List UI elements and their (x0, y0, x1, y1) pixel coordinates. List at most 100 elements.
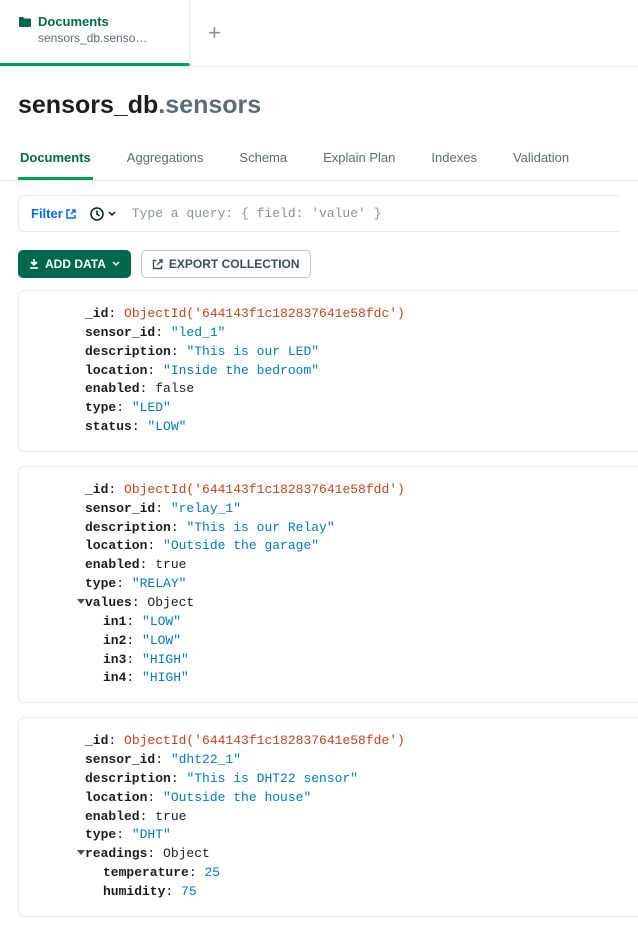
field-value: "HIGH" (142, 652, 189, 667)
doc-field: type: "RELAY" (19, 575, 628, 594)
field-key: description (85, 344, 171, 359)
doc-field: humidity: 75 (19, 883, 628, 902)
document-card[interactable]: _id: ObjectId('644143f1c182837641e58fdc'… (18, 290, 638, 452)
page-title: sensors_db.sensors (0, 67, 638, 138)
field-key: sensor_id (85, 325, 155, 340)
doc-field: sensor_id: "dht22_1" (19, 751, 628, 770)
action-row: ADD DATA EXPORT COLLECTION (0, 232, 638, 290)
field-key: values (85, 595, 132, 610)
add-data-button[interactable]: ADD DATA (18, 250, 131, 278)
field-value: ObjectId('644143f1c182837641e58fdd') (124, 482, 405, 497)
doc-field: type: "DHT" (19, 826, 628, 845)
doc-field: enabled: false (19, 380, 628, 399)
collection-tabs: Documents Aggregations Schema Explain Plan I… (0, 138, 638, 181)
field-value: "LOW" (147, 419, 186, 434)
field-key: enabled (85, 809, 140, 824)
field-value: "LOW" (142, 633, 181, 648)
field-value: "HIGH" (142, 670, 189, 685)
doc-field: in2: "LOW" (19, 632, 628, 651)
field-key: type (85, 827, 116, 842)
tab-documents[interactable]: Documents (18, 138, 93, 180)
caret-down-icon[interactable] (77, 850, 85, 855)
field-key: in2 (103, 633, 126, 648)
field-value: "Inside the bedroom" (163, 363, 319, 378)
doc-field: description: "This is our LED" (19, 343, 628, 362)
clock-icon (90, 207, 104, 221)
doc-field: _id: ObjectId('644143f1c182837641e58fde'… (19, 732, 628, 751)
new-tab-button[interactable]: + (190, 22, 239, 44)
field-key: _id (85, 306, 108, 321)
field-value: "This is our LED" (186, 344, 319, 359)
tab-aggregations[interactable]: Aggregations (125, 138, 206, 180)
document-card[interactable]: _id: ObjectId('644143f1c182837641e58fdd'… (18, 466, 638, 703)
field-key: sensor_id (85, 752, 155, 767)
field-value: ObjectId('644143f1c182837641e58fdc') (124, 306, 405, 321)
field-key: type (85, 400, 116, 415)
file-tab-subtitle: sensors_db.senso… (38, 31, 171, 45)
field-key: description (85, 520, 171, 535)
filter-button[interactable]: Filter (31, 206, 76, 221)
field-key: in4 (103, 670, 126, 685)
doc-field: in1: "LOW" (19, 613, 628, 632)
doc-field: readings: Object (19, 845, 628, 864)
doc-field: enabled: true (19, 556, 628, 575)
query-input[interactable]: Type a query: { field: 'value' } (132, 206, 608, 221)
file-tab-title: Documents (38, 14, 109, 29)
documents-list: _id: ObjectId('644143f1c182837641e58fdc'… (0, 290, 638, 917)
tab-indexes[interactable]: Indexes (429, 138, 479, 180)
download-icon (29, 259, 39, 270)
doc-field: temperature: 25 (19, 864, 628, 883)
export-icon (152, 259, 163, 270)
field-key: enabled (85, 381, 140, 396)
doc-field: description: "This is DHT22 sensor" (19, 770, 628, 789)
history-button[interactable] (90, 207, 116, 221)
doc-field: in4: "HIGH" (19, 669, 628, 688)
field-value: 25 (204, 865, 220, 880)
filter-bar: Filter Type a query: { field: 'value' } (18, 195, 620, 232)
field-key: in3 (103, 652, 126, 667)
db-name: sensors_db (18, 91, 158, 119)
doc-field: values: Object (19, 594, 628, 613)
doc-field: _id: ObjectId('644143f1c182837641e58fdd'… (19, 481, 628, 500)
field-value: "Outside the house" (163, 790, 311, 805)
doc-field: in3: "HIGH" (19, 651, 628, 670)
file-tab[interactable]: Documents sensors_db.senso… (0, 0, 190, 66)
tab-validation[interactable]: Validation (511, 138, 571, 180)
field-value: "LOW" (142, 614, 181, 629)
tab-explain-plan[interactable]: Explain Plan (321, 138, 397, 180)
coll-name: .sensors (158, 91, 261, 119)
document-card[interactable]: _id: ObjectId('644143f1c182837641e58fde'… (18, 717, 638, 917)
field-key: location (85, 363, 147, 378)
doc-field: type: "LED" (19, 399, 628, 418)
folder-icon (18, 16, 32, 28)
field-value: true (155, 809, 186, 824)
field-value: Object (147, 595, 194, 610)
field-value: "LED" (132, 400, 171, 415)
field-value: true (155, 557, 186, 572)
doc-field: sensor_id: "relay_1" (19, 500, 628, 519)
field-key: humidity (103, 884, 165, 899)
tabstrip: Documents sensors_db.senso… + (0, 0, 638, 67)
field-value: ObjectId('644143f1c182837641e58fde') (124, 733, 405, 748)
field-value: "DHT" (132, 827, 171, 842)
field-key: in1 (103, 614, 126, 629)
field-value: 75 (181, 884, 197, 899)
field-key: description (85, 771, 171, 786)
field-key: location (85, 790, 147, 805)
tab-schema[interactable]: Schema (237, 138, 289, 180)
field-key: type (85, 576, 116, 591)
field-key: enabled (85, 557, 140, 572)
export-collection-button[interactable]: EXPORT COLLECTION (141, 250, 311, 278)
field-key: _id (85, 482, 108, 497)
field-value: "relay_1" (171, 501, 241, 516)
doc-field: _id: ObjectId('644143f1c182837641e58fdc'… (19, 305, 628, 324)
field-value: "This is DHT22 sensor" (186, 771, 358, 786)
field-key: temperature (103, 865, 189, 880)
field-value: "This is our Relay" (186, 520, 334, 535)
field-key: location (85, 538, 147, 553)
caret-down-icon[interactable] (77, 599, 85, 604)
doc-field: location: "Inside the bedroom" (19, 362, 628, 381)
doc-field: sensor_id: "led_1" (19, 324, 628, 343)
field-value: Object (163, 846, 210, 861)
field-value: "dht22_1" (171, 752, 241, 767)
